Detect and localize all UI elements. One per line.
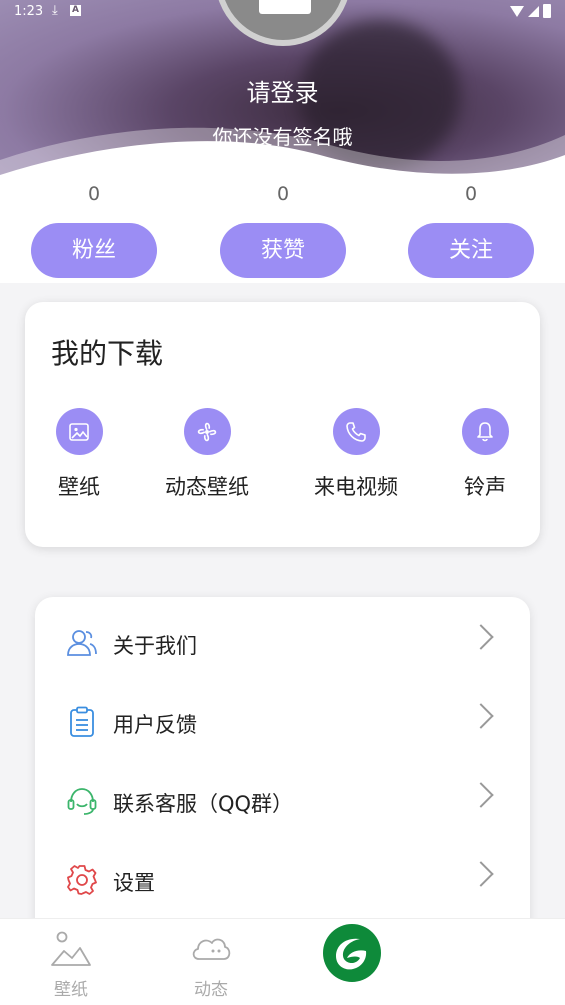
clipboard-icon bbox=[65, 705, 99, 739]
landscape-icon bbox=[51, 931, 91, 966]
follow-button[interactable]: 关注 bbox=[408, 223, 534, 278]
fan-icon bbox=[183, 408, 231, 455]
chevron-right-icon bbox=[468, 624, 494, 650]
phone-icon bbox=[332, 408, 380, 455]
gear-icon bbox=[65, 863, 99, 897]
chevron-right-icon bbox=[468, 782, 494, 808]
menu-item-customer-service[interactable]: 联系客服（QQ群） bbox=[35, 770, 530, 830]
stat-likes: 0 获赞 bbox=[220, 183, 346, 278]
status-time: 1:23 bbox=[14, 4, 44, 19]
menu-item-label: 联系客服（QQ群） bbox=[113, 792, 294, 816]
settings-menu: 关于我们 用户反馈 联系客服（QQ群） 设置 bbox=[35, 597, 530, 927]
stat-follow: 0 关注 bbox=[408, 183, 534, 278]
download-item-label: 壁纸 bbox=[58, 475, 100, 499]
chevron-right-icon bbox=[468, 861, 494, 887]
menu-item-about[interactable]: 关于我们 bbox=[35, 612, 530, 672]
login-text[interactable]: 请登录 bbox=[0, 73, 565, 108]
stat-fans: 0 粉丝 bbox=[31, 183, 157, 278]
likes-button[interactable]: 获赞 bbox=[220, 223, 346, 278]
download-item-label: 铃声 bbox=[464, 475, 506, 499]
app-logo-icon bbox=[323, 924, 381, 982]
menu-item-label: 设置 bbox=[113, 871, 155, 895]
download-item-wallpaper[interactable]: 壁纸 bbox=[19, 408, 139, 501]
menu-item-feedback[interactable]: 用户反馈 bbox=[35, 691, 530, 751]
notification-icon: A bbox=[70, 5, 81, 16]
stat-likes-count: 0 bbox=[276, 183, 290, 205]
wifi-icon bbox=[510, 5, 524, 17]
download-icon: ⤓ bbox=[52, 3, 58, 18]
image-icon bbox=[55, 408, 103, 455]
tab-dynamic[interactable]: 动态 bbox=[161, 929, 261, 1000]
download-item-live-wallpaper[interactable]: 动态壁纸 bbox=[147, 408, 267, 501]
download-item-label: 动态壁纸 bbox=[165, 475, 249, 499]
chevron-right-icon bbox=[468, 703, 494, 729]
tab-label: 动态 bbox=[194, 980, 228, 1000]
menu-item-label: 用户反馈 bbox=[113, 713, 197, 737]
cloud-icon bbox=[192, 938, 231, 960]
tab-label: 壁纸 bbox=[54, 980, 88, 1000]
downloads-card: 我的下载 壁纸 动态壁纸 来电视频 铃声 bbox=[25, 302, 540, 547]
bell-icon bbox=[461, 408, 509, 455]
signal-icon bbox=[528, 5, 539, 17]
status-bar: 1:23 ⤓ A bbox=[0, 0, 565, 24]
downloads-title: 我的下载 bbox=[51, 337, 164, 370]
battery-icon bbox=[543, 4, 551, 18]
profile-header: 1:23 ⤓ A 请登录 你还没有签名哦 bbox=[0, 0, 565, 185]
tab-wallpaper[interactable]: 壁纸 bbox=[21, 929, 121, 1000]
fans-button[interactable]: 粉丝 bbox=[31, 223, 157, 278]
download-item-call-video[interactable]: 来电视频 bbox=[296, 408, 416, 501]
download-item-label: 来电视频 bbox=[314, 475, 398, 499]
menu-item-settings[interactable]: 设置 bbox=[35, 849, 530, 909]
stat-fans-count: 0 bbox=[87, 183, 101, 205]
signature-text: 你还没有签名哦 bbox=[212, 125, 353, 149]
tab-app-logo[interactable] bbox=[302, 923, 402, 987]
download-item-ringtone[interactable]: 铃声 bbox=[425, 408, 545, 501]
bottom-tab-bar: 壁纸 动态 bbox=[0, 918, 565, 1005]
stat-follow-count: 0 bbox=[464, 183, 478, 205]
menu-item-label: 关于我们 bbox=[113, 634, 197, 658]
stats-bar: 0 粉丝 0 获赞 0 关注 bbox=[0, 183, 565, 283]
headset-icon bbox=[65, 784, 99, 818]
users-icon bbox=[65, 626, 99, 660]
